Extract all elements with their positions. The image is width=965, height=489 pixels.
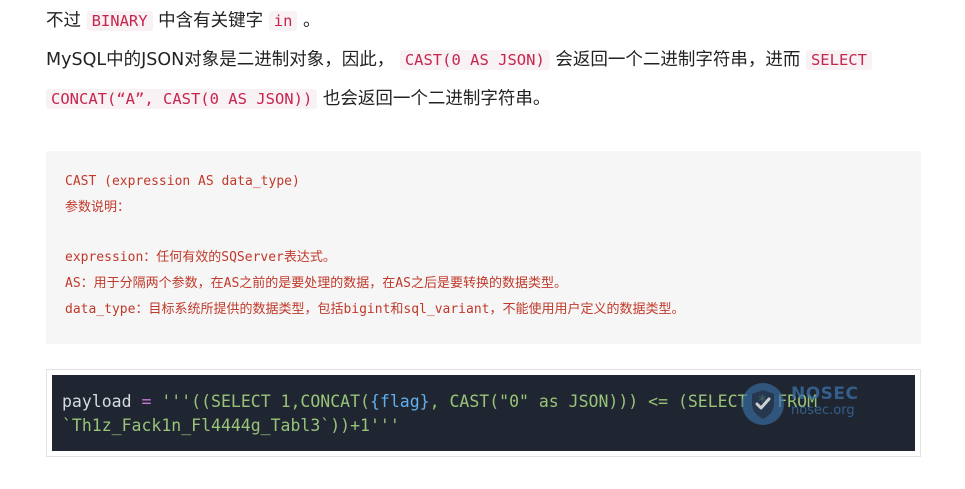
paragraph-binary-keyword: 不过 BINARY 中含有关键字 in 。	[46, 10, 926, 32]
payload-line-2: `Th1z_Fack1n_Fl4444g_Tabl3`))+1'''	[62, 416, 400, 435]
payload-assign-operator: =	[141, 392, 152, 411]
para1-text-middle: 中含有关键字	[158, 11, 264, 31]
watermark-subtitle: nosec.org	[791, 403, 855, 418]
inline-code-binary: BINARY	[86, 11, 153, 31]
paragraph-concat-binary: CONCAT(“A”, CAST(0 AS JSON)) 也会返回一个二进制字符…	[46, 88, 926, 110]
payload-variable: payload	[62, 392, 132, 411]
nosec-watermark: NOSEC nosec.org	[740, 381, 890, 437]
code-line-params-heading: 参数说明：	[65, 200, 131, 215]
payload-string-open: '''((SELECT 1,CONCAT(	[161, 392, 370, 411]
code-line-data-type: data_type：目标系统所提供的数据类型，包括bigint和sql_vari…	[65, 302, 685, 317]
code-line-syntax: CAST (expression AS data_type)	[65, 174, 300, 189]
inline-code-in: in	[268, 11, 298, 31]
watermark-title: NOSEC	[791, 384, 859, 404]
para1-text-before: 不过	[46, 11, 81, 31]
paragraph-json-binary: MySQL中的JSON对象是二进制对象，因此， CAST(0 AS JSON) …	[46, 49, 926, 71]
inline-code-cast: CAST(0 AS JSON)	[399, 50, 550, 70]
nosec-shield-icon	[742, 383, 784, 425]
para2-text-before: MySQL中的JSON对象是二进制对象，因此，	[46, 50, 395, 70]
para3-text-after: 也会返回一个二进制字符串。	[322, 89, 551, 109]
cast-syntax-code-block: CAST (expression AS data_type) 参数说明： exp…	[46, 151, 921, 344]
code-line-as: AS：用于分隔两个参数，在AS之前的是要处理的数据，在AS之后是要转换的数据类型…	[65, 276, 567, 291]
para1-text-after: 。	[302, 11, 321, 31]
payload-screenshot-frame: payload = '''((SELECT 1,CONCAT({flag}, C…	[46, 369, 921, 457]
inline-code-concat: CONCAT(“A”, CAST(0 AS JSON))	[46, 89, 318, 109]
inline-code-select: SELECT	[805, 50, 872, 70]
code-line-expression: expression：任何有效的SQServer表达式。	[65, 250, 336, 265]
payload-line-1: payload = '''((SELECT 1,CONCAT({flag}, C…	[62, 391, 817, 413]
payload-screenshot: payload = '''((SELECT 1,CONCAT({flag}, C…	[52, 375, 915, 451]
para2-text-middle: 会返回一个二进制字符串，进而	[555, 50, 801, 70]
payload-flag-placeholder: {flag}	[369, 392, 430, 411]
